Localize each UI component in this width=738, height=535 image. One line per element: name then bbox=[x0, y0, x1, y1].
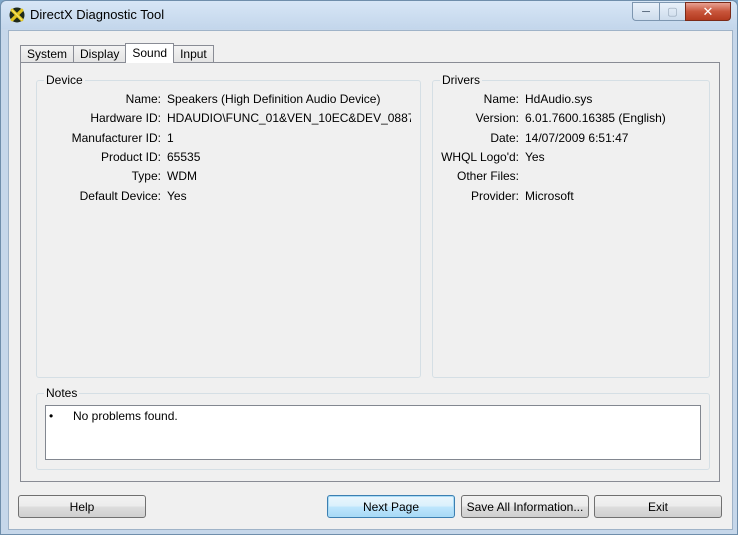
driver-name-value: HdAudio.sys bbox=[525, 92, 593, 106]
driver-date-row: Date: 14/07/2009 6:51:47 bbox=[433, 131, 711, 147]
driver-version-row: Version: 6.01.7600.16385 (English) bbox=[433, 111, 711, 127]
close-icon: ✕ bbox=[702, 3, 714, 19]
tab-sound[interactable]: Sound bbox=[125, 43, 175, 63]
tab-strip: System Display Sound Input bbox=[20, 43, 214, 63]
driver-whql-label: WHQL Logo'd: bbox=[441, 150, 519, 164]
minimize-icon: ─ bbox=[642, 5, 650, 18]
device-manufacturer-id-row: Manufacturer ID: 1 bbox=[37, 131, 422, 147]
tab-input[interactable]: Input bbox=[173, 45, 214, 62]
device-product-id-label: Product ID: bbox=[100, 150, 161, 164]
drivers-group-title: Drivers bbox=[440, 73, 482, 87]
notes-item-text: No problems found. bbox=[73, 409, 178, 423]
client-area: System Display Sound Input Device Name: … bbox=[8, 30, 733, 530]
close-button[interactable]: ✕ bbox=[685, 2, 731, 21]
device-default-label: Default Device: bbox=[79, 189, 161, 203]
notes-item: • No problems found. bbox=[49, 409, 178, 423]
driver-version-value: 6.01.7600.16385 (English) bbox=[525, 111, 666, 125]
notes-group-title: Notes bbox=[44, 386, 80, 400]
driver-provider-row: Provider: Microsoft bbox=[433, 189, 711, 205]
device-group: Device Name: Speakers (High Definition A… bbox=[36, 73, 422, 378]
device-hardware-id-value: HDAUDIO\FUNC_01&VEN_10EC&DEV_0887&SU bbox=[167, 111, 411, 125]
driver-version-label: Version: bbox=[475, 111, 519, 125]
minimize-button[interactable]: ─ bbox=[632, 2, 659, 21]
device-default-value: Yes bbox=[167, 189, 187, 203]
bullet-icon: • bbox=[49, 409, 54, 423]
driver-date-value: 14/07/2009 6:51:47 bbox=[525, 131, 629, 145]
driver-provider-value: Microsoft bbox=[525, 189, 574, 203]
device-name-value: Speakers (High Definition Audio Device) bbox=[167, 92, 381, 106]
title-bar[interactable]: DirectX Diagnostic Tool ─ ▢ ✕ bbox=[1, 1, 737, 29]
caption-buttons: ─ ▢ ✕ bbox=[632, 2, 731, 22]
device-default-row: Default Device: Yes bbox=[37, 189, 422, 205]
device-hardware-id-label: Hardware ID: bbox=[90, 111, 161, 125]
driver-whql-value: Yes bbox=[525, 150, 545, 164]
device-product-id-row: Product ID: 65535 bbox=[37, 150, 422, 166]
notes-text-area[interactable]: • No problems found. bbox=[45, 405, 701, 460]
device-hardware-id-row: Hardware ID: HDAUDIO\FUNC_01&VEN_10EC&DE… bbox=[37, 111, 422, 127]
driver-date-label: Date: bbox=[490, 131, 519, 145]
device-group-title: Device bbox=[44, 73, 85, 87]
window-title: DirectX Diagnostic Tool bbox=[30, 7, 165, 22]
directx-app-icon bbox=[9, 7, 25, 23]
driver-provider-label: Provider: bbox=[470, 189, 519, 203]
save-all-information-button[interactable]: Save All Information... bbox=[461, 495, 589, 518]
drivers-group: Drivers Name: HdAudio.sys Version: 6.01.… bbox=[432, 73, 711, 378]
driver-name-row: Name: HdAudio.sys bbox=[433, 92, 711, 108]
help-button[interactable]: Help bbox=[18, 495, 146, 518]
sound-tab-panel: Device Name: Speakers (High Definition A… bbox=[20, 62, 720, 482]
driver-other-files-label: Other Files: bbox=[456, 169, 519, 183]
device-name-label: Name: bbox=[125, 92, 161, 106]
device-type-value: WDM bbox=[167, 169, 197, 183]
driver-name-label: Name: bbox=[483, 92, 519, 106]
driver-whql-row: WHQL Logo'd: Yes bbox=[433, 150, 711, 166]
device-manufacturer-id-value: 1 bbox=[167, 131, 174, 145]
notes-group: Notes • No problems found. bbox=[36, 386, 710, 470]
maximize-icon: ▢ bbox=[667, 6, 678, 18]
device-manufacturer-id-label: Manufacturer ID: bbox=[71, 131, 161, 145]
tab-display[interactable]: Display bbox=[73, 45, 127, 62]
device-name-row: Name: Speakers (High Definition Audio De… bbox=[37, 92, 422, 108]
device-type-label: Type: bbox=[131, 169, 161, 183]
tab-system[interactable]: System bbox=[20, 45, 75, 62]
maximize-button[interactable]: ▢ bbox=[659, 2, 685, 21]
exit-button[interactable]: Exit bbox=[594, 495, 722, 518]
dxdiag-window: DirectX Diagnostic Tool ─ ▢ ✕ System Dis… bbox=[0, 0, 738, 535]
driver-other-files-row: Other Files: bbox=[433, 169, 711, 185]
device-type-row: Type: WDM bbox=[37, 169, 422, 185]
device-product-id-value: 65535 bbox=[167, 150, 201, 164]
next-page-button[interactable]: Next Page bbox=[327, 495, 455, 518]
